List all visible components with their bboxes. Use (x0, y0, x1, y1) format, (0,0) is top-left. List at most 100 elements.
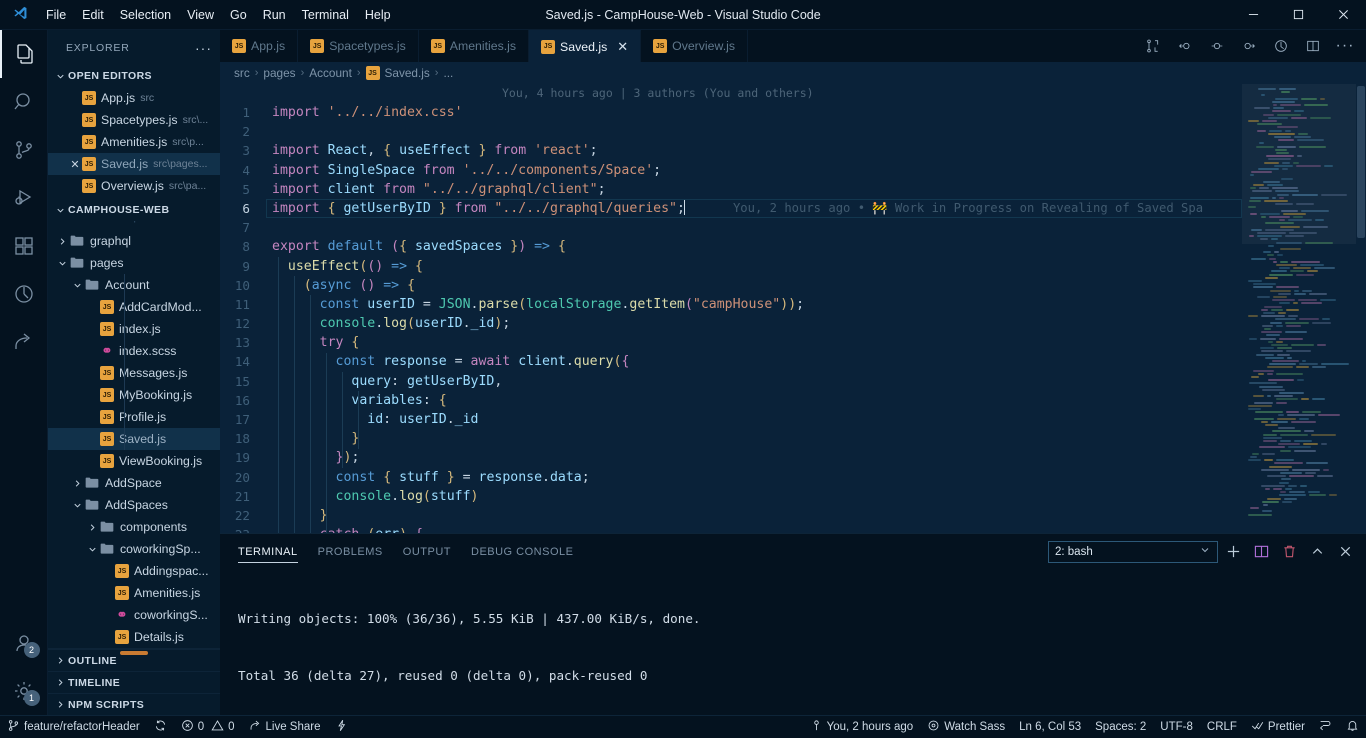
status-problems[interactable]: 0 0 (174, 716, 242, 738)
tab-problems[interactable]: PROBLEMS (318, 534, 383, 569)
tree-file-row[interactable]: JS Details.js (48, 626, 220, 648)
code-line[interactable]: 20 const { stuff } = response.data; (220, 468, 1242, 487)
menu-terminal[interactable]: Terminal (294, 0, 357, 30)
code-editor[interactable]: You, 4 hours ago | 3 authors (You and ot… (220, 84, 1242, 533)
editor-tab[interactable]: JS Spacetypes.js (298, 30, 419, 62)
status-git-blame[interactable]: You, 2 hours ago (803, 716, 921, 738)
code-line[interactable]: 18 } (220, 429, 1242, 448)
open-editor-item[interactable]: JS App.js src (48, 87, 220, 109)
close-icon[interactable]: ✕ (617, 39, 628, 55)
code-line[interactable]: 2 (220, 122, 1242, 141)
gear-icon[interactable]: 1 (0, 667, 48, 715)
maximize-panel-icon[interactable] (1304, 539, 1330, 565)
sidebar-more-actions-icon[interactable]: ··· (195, 40, 212, 56)
open-editor-item[interactable]: JS Overview.js src\pa... (48, 175, 220, 197)
status-eol[interactable]: CRLF (1200, 716, 1244, 738)
close-button[interactable] (1321, 0, 1366, 30)
go-to-previous-change-icon[interactable] (1172, 33, 1198, 59)
menu-bar[interactable]: File Edit Selection View Go Run Terminal… (38, 0, 399, 30)
menu-view[interactable]: View (179, 0, 222, 30)
tree-file-row[interactable]: JS ViewBooking.js (48, 450, 220, 472)
close-panel-icon[interactable] (1332, 539, 1358, 565)
status-cursor-position[interactable]: Ln 6, Col 53 (1012, 716, 1088, 738)
status-live-share[interactable]: Live Share (242, 716, 328, 738)
code-line[interactable]: 9 useEffect(() => { (220, 257, 1242, 276)
search-icon[interactable] (0, 78, 48, 126)
tree-file-row[interactable]: ⚭ coworkingS... (48, 604, 220, 626)
code-line[interactable]: 12 console.log(userID._id); (220, 314, 1242, 333)
code-line[interactable]: 19 }); (220, 448, 1242, 467)
scrollbar-thumb[interactable] (1357, 86, 1365, 238)
close-icon[interactable]: ✕ (68, 158, 82, 171)
code-line[interactable]: 3 import React, { useEffect } from 'react… (220, 141, 1242, 160)
code-line[interactable]: 7 (220, 218, 1242, 237)
tree-folder-row[interactable]: components (48, 516, 220, 538)
breadcrumb[interactable]: src › pages › Account › JS Saved.js ›... (220, 62, 1366, 84)
tree-file-row[interactable]: ⚭ index.scss (48, 340, 220, 362)
minimap[interactable] (1242, 84, 1366, 533)
project-header[interactable]: CAMPHOUSE-WEB (48, 199, 220, 221)
open-editor-item[interactable]: JS Amenities.js src\p... (48, 131, 220, 153)
go-to-next-change-icon[interactable] (1236, 33, 1262, 59)
tab-output[interactable]: OUTPUT (403, 534, 451, 569)
extensions-icon[interactable] (0, 222, 48, 270)
source-control-icon[interactable] (0, 126, 48, 174)
menu-selection[interactable]: Selection (112, 0, 179, 30)
split-editor-diff-icon[interactable] (1140, 33, 1166, 59)
tree-folder-row[interactable]: AddSpace (48, 472, 220, 494)
toggle-change-icon[interactable] (1204, 33, 1230, 59)
code-line[interactable]: 8 export default ({ savedSpaces }) => { (220, 237, 1242, 256)
open-editors-header[interactable]: OPEN EDITORS (48, 65, 220, 87)
new-terminal-icon[interactable] (1220, 539, 1246, 565)
source-control-history-icon[interactable] (1268, 33, 1294, 59)
tree-file-row[interactable]: JS index.js (48, 318, 220, 340)
editor-tab[interactable]: JS App.js (220, 30, 299, 62)
tree-folder-row[interactable]: coworkingSp... (48, 538, 220, 560)
testing-icon[interactable] (0, 270, 48, 318)
split-editor-icon[interactable] (1300, 33, 1326, 59)
run-debug-icon[interactable] (0, 174, 48, 222)
status-watch-sass[interactable]: Watch Sass (920, 716, 1012, 738)
status-sync[interactable] (147, 716, 174, 738)
minimize-button[interactable] (1231, 0, 1276, 30)
tree-file-row[interactable]: JS AddCardMod... (48, 296, 220, 318)
terminal-selector[interactable]: 2: bash (1048, 540, 1218, 563)
editor-tab[interactable]: JS Amenities.js (418, 30, 530, 62)
tree-file-row[interactable]: JS MyBooking.js (48, 384, 220, 406)
code-line[interactable]: 21 console.log(stuff) (220, 487, 1242, 506)
npm-scripts-section-header[interactable]: NPM SCRIPTS (48, 693, 220, 715)
sidebar-sash-handle[interactable] (120, 651, 148, 655)
editor-scrollbar[interactable] (1356, 84, 1366, 533)
status-branch[interactable]: feature/refactorHeader (0, 716, 147, 738)
breadcrumb-item[interactable]: Saved.js (385, 66, 430, 80)
open-editor-item[interactable]: JS Spacetypes.js src\... (48, 109, 220, 131)
tab-terminal[interactable]: TERMINAL (238, 534, 298, 569)
code-line[interactable]: 11 const userID = JSON.parse(localStorag… (220, 295, 1242, 314)
tree-file-row[interactable]: JS Addingspac... (48, 560, 220, 582)
breadcrumb-item[interactable]: ... (443, 66, 453, 80)
editor-tab[interactable]: JS Overview.js (641, 30, 748, 62)
tree-folder-row[interactable]: graphql (48, 230, 220, 252)
split-terminal-icon[interactable] (1248, 539, 1274, 565)
tree-folder-row[interactable]: AddSpaces (48, 494, 220, 516)
window-controls[interactable] (1231, 0, 1366, 30)
menu-run[interactable]: Run (255, 0, 294, 30)
more-actions-icon[interactable]: ··· (1332, 33, 1358, 59)
tree-file-row[interactable]: JS Amenities.js (48, 582, 220, 604)
code-line[interactable]: 23 catch (err) { (220, 525, 1242, 533)
status-lightning[interactable] (328, 716, 355, 738)
status-feedback[interactable] (1312, 716, 1339, 738)
status-encoding[interactable]: UTF-8 (1153, 716, 1200, 738)
code-line[interactable]: 5 import client from "../../graphql/clien… (220, 180, 1242, 199)
tree-file-row[interactable]: JS Messages.js (48, 362, 220, 384)
terminal-output[interactable]: Writing objects: 100% (36/36), 5.55 KiB … (220, 569, 1366, 715)
breadcrumb-item[interactable]: Account (309, 66, 352, 80)
code-line[interactable]: 1 import '../../index.css' (220, 103, 1242, 122)
breadcrumb-item[interactable]: pages (263, 66, 295, 80)
tree-folder-row[interactable]: pages (48, 252, 220, 274)
status-indentation[interactable]: Spaces: 2 (1088, 716, 1153, 738)
tab-debug-console[interactable]: DEBUG CONSOLE (471, 534, 573, 569)
code-line[interactable]: 6 import { getUserByID } from "../../grap… (220, 198, 1242, 219)
code-line[interactable]: 16 variables: { (220, 391, 1242, 410)
menu-go[interactable]: Go (222, 0, 255, 30)
